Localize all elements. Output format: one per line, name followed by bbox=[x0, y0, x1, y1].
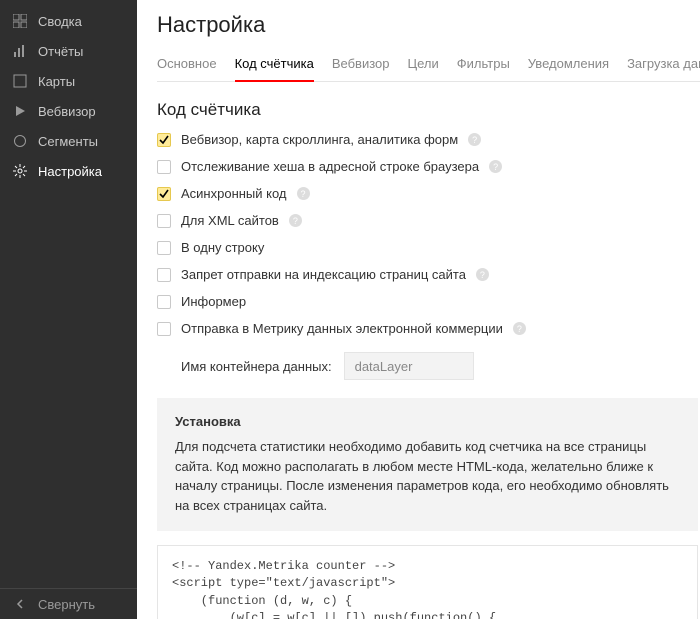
sidebar-nav: Сводка Отчёты Карты Вебвизор bbox=[0, 0, 137, 588]
sidebar-item-label: Вебвизор bbox=[38, 104, 96, 119]
help-icon[interactable]: ? bbox=[513, 322, 526, 335]
tab-webvisor[interactable]: Вебвизор bbox=[332, 50, 390, 81]
sidebar-item-maps[interactable]: Карты bbox=[0, 66, 137, 96]
main: Настройка Основное Код счётчика Вебвизор… bbox=[137, 0, 700, 619]
section-title: Код счётчика bbox=[157, 100, 700, 120]
sidebar-item-reports[interactable]: Отчёты bbox=[0, 36, 137, 66]
checkbox-hash-tracking[interactable] bbox=[157, 160, 171, 174]
sidebar-item-summary[interactable]: Сводка bbox=[0, 6, 137, 36]
checkbox-webvisor[interactable] bbox=[157, 133, 171, 147]
tab-data-upload[interactable]: Загрузка данных bbox=[627, 50, 700, 81]
checkbox-noindex[interactable] bbox=[157, 268, 171, 282]
tab-goals[interactable]: Цели bbox=[408, 50, 439, 81]
container-field-label: Имя контейнера данных: bbox=[181, 359, 332, 374]
sidebar-item-label: Сегменты bbox=[38, 134, 98, 149]
code-snippet[interactable]: <!-- Yandex.Metrika counter --> <script … bbox=[157, 545, 698, 619]
page-title: Настройка bbox=[157, 12, 700, 38]
gear-icon bbox=[12, 163, 28, 179]
sidebar-footer: Свернуть bbox=[0, 588, 137, 619]
help-icon[interactable]: ? bbox=[297, 187, 310, 200]
square-icon bbox=[12, 73, 28, 89]
option-label: Для XML сайтов bbox=[181, 213, 279, 228]
checkbox-xml-sites[interactable] bbox=[157, 214, 171, 228]
container-name-input[interactable] bbox=[344, 352, 474, 380]
option-label: Отправка в Метрику данных электронной ко… bbox=[181, 321, 503, 336]
sidebar-item-label: Карты bbox=[38, 74, 75, 89]
sidebar-item-label: Настройка bbox=[38, 164, 102, 179]
play-icon bbox=[12, 103, 28, 119]
sidebar: Сводка Отчёты Карты Вебвизор bbox=[0, 0, 137, 619]
option-row: Отслеживание хеша в адресной строке брау… bbox=[157, 159, 700, 174]
grid-icon bbox=[12, 13, 28, 29]
chevron-left-icon bbox=[12, 596, 28, 612]
sidebar-collapse-label: Свернуть bbox=[38, 597, 95, 612]
checkbox-one-line[interactable] bbox=[157, 241, 171, 255]
tab-filters[interactable]: Фильтры bbox=[457, 50, 510, 81]
install-box: Установка Для подсчета статистики необхо… bbox=[157, 398, 698, 531]
option-row: Информер bbox=[157, 294, 700, 309]
tab-counter-code[interactable]: Код счётчика bbox=[235, 50, 314, 81]
install-body: Для подсчета статистики необходимо добав… bbox=[175, 437, 680, 515]
checkbox-ecommerce[interactable] bbox=[157, 322, 171, 336]
tab-main[interactable]: Основное bbox=[157, 50, 217, 81]
help-icon[interactable]: ? bbox=[476, 268, 489, 281]
sidebar-collapse[interactable]: Свернуть bbox=[0, 589, 137, 619]
help-icon[interactable]: ? bbox=[468, 133, 481, 146]
install-title: Установка bbox=[175, 414, 680, 429]
bars-icon bbox=[12, 43, 28, 59]
option-row: Для XML сайтов ? bbox=[157, 213, 700, 228]
option-row: Вебвизор, карта скроллинга, аналитика фо… bbox=[157, 132, 700, 147]
tabs: Основное Код счётчика Вебвизор Цели Филь… bbox=[157, 50, 700, 82]
option-row: Запрет отправки на индексацию страниц са… bbox=[157, 267, 700, 282]
checkbox-informer[interactable] bbox=[157, 295, 171, 309]
circle-icon bbox=[12, 133, 28, 149]
help-icon[interactable]: ? bbox=[289, 214, 302, 227]
sidebar-item-label: Отчёты bbox=[38, 44, 83, 59]
sidebar-item-settings[interactable]: Настройка bbox=[0, 156, 137, 186]
option-label: Информер bbox=[181, 294, 246, 309]
option-label: Отслеживание хеша в адресной строке брау… bbox=[181, 159, 479, 174]
options-list: Вебвизор, карта скроллинга, аналитика фо… bbox=[157, 132, 700, 336]
option-label: Вебвизор, карта скроллинга, аналитика фо… bbox=[181, 132, 458, 147]
option-row: Отправка в Метрику данных электронной ко… bbox=[157, 321, 700, 336]
checkbox-async-code[interactable] bbox=[157, 187, 171, 201]
sidebar-item-segments[interactable]: Сегменты bbox=[0, 126, 137, 156]
sidebar-item-label: Сводка bbox=[38, 14, 82, 29]
option-label: В одну строку bbox=[181, 240, 264, 255]
option-row: Асинхронный код ? bbox=[157, 186, 700, 201]
sidebar-item-webvisor[interactable]: Вебвизор bbox=[0, 96, 137, 126]
tab-notifications[interactable]: Уведомления bbox=[528, 50, 609, 81]
option-label: Запрет отправки на индексацию страниц са… bbox=[181, 267, 466, 282]
option-label: Асинхронный код bbox=[181, 186, 287, 201]
container-field-row: Имя контейнера данных: bbox=[181, 352, 700, 380]
option-row: В одну строку bbox=[157, 240, 700, 255]
help-icon[interactable]: ? bbox=[489, 160, 502, 173]
